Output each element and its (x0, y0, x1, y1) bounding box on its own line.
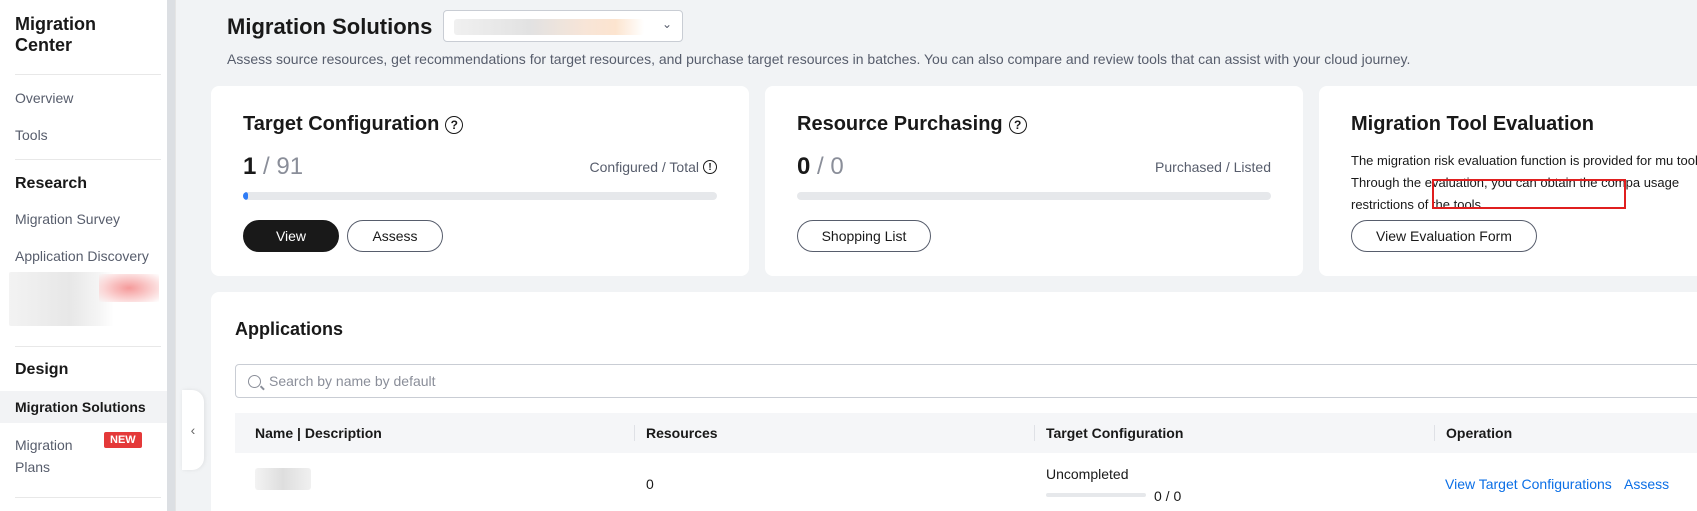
divider (15, 346, 161, 347)
shopping-list-button[interactable]: Shopping List (797, 220, 931, 252)
sidebar-item-overview[interactable]: Overview (15, 90, 73, 106)
sidebar-item-migration-plans[interactable]: Migration Plans (15, 434, 95, 478)
help-icon[interactable]: ? (1008, 115, 1027, 134)
migration-tool-evaluation-title: Migration Tool Evaluation (1351, 113, 1594, 135)
column-operation[interactable]: Operation (1446, 413, 1512, 453)
count-separator: / (263, 153, 270, 180)
divider (15, 74, 161, 75)
column-separator (1434, 425, 1435, 441)
count-label: Configured / Total ! (590, 159, 717, 175)
view-evaluation-form-button[interactable]: View Evaluation Form (1351, 220, 1537, 252)
sidebar-item-tools[interactable]: Tools (15, 127, 48, 143)
page-description: Assess source resources, get recommendat… (227, 51, 1411, 67)
resource-purchasing-title: Resource Purchasing (797, 113, 1003, 135)
sidebar-item-migration-solutions[interactable]: Migration Solutions (0, 391, 170, 423)
help-icon[interactable]: ? (445, 115, 464, 134)
target-status-cell: Uncompleted (1046, 466, 1129, 482)
applications-panel: Applications Name | Description Resource… (211, 292, 1697, 511)
divider (15, 497, 161, 498)
row-progress-text: 0 / 0 (1154, 488, 1182, 504)
applications-title: Applications (235, 319, 344, 339)
sidebar-section-design: Design (15, 361, 69, 378)
target-configuration-title: Target Configuration (243, 113, 440, 135)
sidebar-scrollbar[interactable] (167, 0, 175, 511)
view-button[interactable]: View (243, 220, 339, 252)
column-separator (1034, 425, 1035, 441)
highlight-box (1432, 179, 1626, 209)
sidebar-item-redacted[interactable] (9, 272, 159, 326)
purchased-listed-label: Purchased / Listed (1155, 159, 1271, 175)
card-title: Target Configuration ? (243, 113, 464, 136)
new-badge: NEW (104, 432, 142, 448)
row-progress-bar (1046, 493, 1146, 497)
region-select-value-redacted (454, 19, 644, 35)
purchasing-progress-bar (797, 192, 1271, 200)
configured-value: 1 (243, 153, 257, 180)
column-resources[interactable]: Resources (646, 413, 718, 453)
listed-value: 0 (830, 153, 844, 180)
purchased-count: 0 / 0 (797, 153, 844, 181)
sidebar-item-application-discovery[interactable]: Application Discovery (15, 248, 149, 264)
chevron-down-icon: ⌄ (661, 17, 672, 31)
collapse-sidebar-button[interactable]: ‹ (182, 390, 204, 470)
configured-count: 1 / 91 (243, 153, 303, 181)
column-separator (634, 425, 635, 441)
application-name-redacted[interactable] (255, 468, 311, 490)
total-value: 91 (276, 153, 304, 180)
info-icon[interactable]: ! (703, 160, 717, 174)
sidebar: Migration Center Overview Tools Research… (0, 0, 176, 511)
search-icon (248, 374, 261, 388)
search-box (235, 364, 1697, 398)
configuration-progress-fill (243, 192, 249, 200)
configured-total-label: Configured / Total (589, 159, 699, 175)
chevron-left-icon: ‹ (190, 422, 196, 438)
resources-cell: 0 (646, 476, 654, 492)
app-title: Migration Center (15, 14, 96, 55)
card-title: Migration Tool Evaluation (1351, 113, 1594, 136)
search-input[interactable] (269, 373, 869, 389)
resource-purchasing-card: Resource Purchasing ? 0 / 0 Purchased / … (765, 86, 1303, 276)
view-target-configurations-link[interactable]: View Target Configurations (1445, 476, 1612, 492)
sidebar-section-research: Research (15, 175, 88, 192)
table-header: Name | Description Resources Target Conf… (235, 413, 1697, 453)
count-label: Purchased / Listed (1155, 159, 1271, 175)
region-select[interactable]: ⌄ (443, 10, 683, 42)
column-target-configuration[interactable]: Target Configuration (1046, 413, 1183, 453)
column-name-description[interactable]: Name | Description (255, 413, 382, 453)
divider (15, 159, 161, 160)
assess-button[interactable]: Assess (347, 220, 443, 252)
configuration-progress-bar (243, 192, 717, 200)
purchased-value: 0 (797, 153, 811, 180)
row-assess-link[interactable]: Assess (1624, 476, 1669, 492)
count-separator: / (817, 153, 824, 180)
page-title: Migration Solutions (227, 14, 433, 39)
card-title: Resource Purchasing ? (797, 113, 1027, 136)
target-configuration-card: Target Configuration ? 1 / 91 Configured… (211, 86, 749, 276)
sidebar-item-migration-survey[interactable]: Migration Survey (15, 211, 120, 227)
